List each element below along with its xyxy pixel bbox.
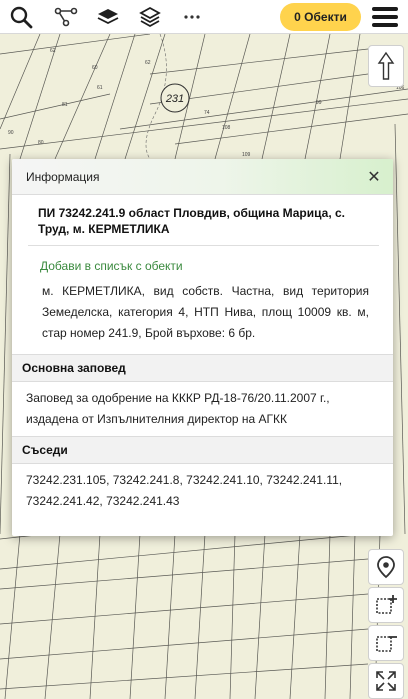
add-square-icon [376, 595, 397, 614]
parcel-number: 62 [145, 60, 151, 66]
objects-button[interactable]: 0 Обекти [280, 3, 361, 31]
add-to-objects-link[interactable]: Добави в списък с обекти [28, 246, 379, 273]
property-description: м. КЕРМЕТЛИКА, вид собств. Частна, вид т… [42, 284, 369, 340]
panel-body: ПИ 73242.241.9 област Пловдив, община Ма… [12, 195, 393, 344]
neighbors-section-text: 73242.231.105, 73242.241.8, 73242.241.10… [26, 473, 343, 508]
parcel-number: 90 [8, 130, 14, 136]
parcel-number: 108 [222, 125, 231, 131]
add-selection-button[interactable] [368, 587, 404, 623]
parcel-number: 99 [316, 100, 322, 106]
parcel-number: 109 [242, 152, 251, 158]
expand-icon [376, 671, 396, 691]
locate-button[interactable] [368, 549, 404, 585]
neighbors-section-title: Съседи [12, 436, 393, 464]
property-heading: ПИ 73242.241.9 област Пловдив, община Ма… [38, 206, 346, 236]
parcel-number: 74 [204, 110, 210, 116]
more-icon[interactable] [178, 3, 206, 31]
route-icon[interactable] [52, 3, 80, 31]
parcel-number: 62 [50, 48, 56, 54]
panel-header: Информация ✕ [12, 159, 393, 195]
fullscreen-button[interactable] [368, 663, 404, 699]
remove-square-icon [376, 636, 397, 652]
order-section-text: Заповед за одобрение на КККР РД-18-76/20… [26, 391, 330, 426]
north-arrow-button[interactable] [368, 45, 404, 87]
north-arrow-icon [377, 51, 395, 80]
parcel-number: 80 [38, 140, 44, 146]
parcel-number: 81 [62, 102, 68, 108]
callout-number: 231 [165, 93, 184, 105]
search-icon[interactable] [7, 3, 35, 31]
close-icon[interactable]: ✕ [365, 167, 383, 187]
parcel-number: 61 [97, 85, 103, 91]
remove-selection-button[interactable] [368, 625, 404, 661]
hamburger-menu-icon[interactable] [369, 3, 401, 31]
top-toolbar: 0 Обекти [0, 0, 408, 34]
order-section-title: Основна заповед [12, 354, 393, 382]
location-pin-icon [377, 556, 395, 579]
panel-title: Информация [26, 169, 100, 184]
layer-icon[interactable] [94, 3, 122, 31]
parcel-number: 60 [92, 65, 98, 71]
info-panel: Информация ✕ ПИ 73242.241.9 област Пловд… [12, 159, 393, 536]
layers-icon[interactable] [136, 3, 164, 31]
